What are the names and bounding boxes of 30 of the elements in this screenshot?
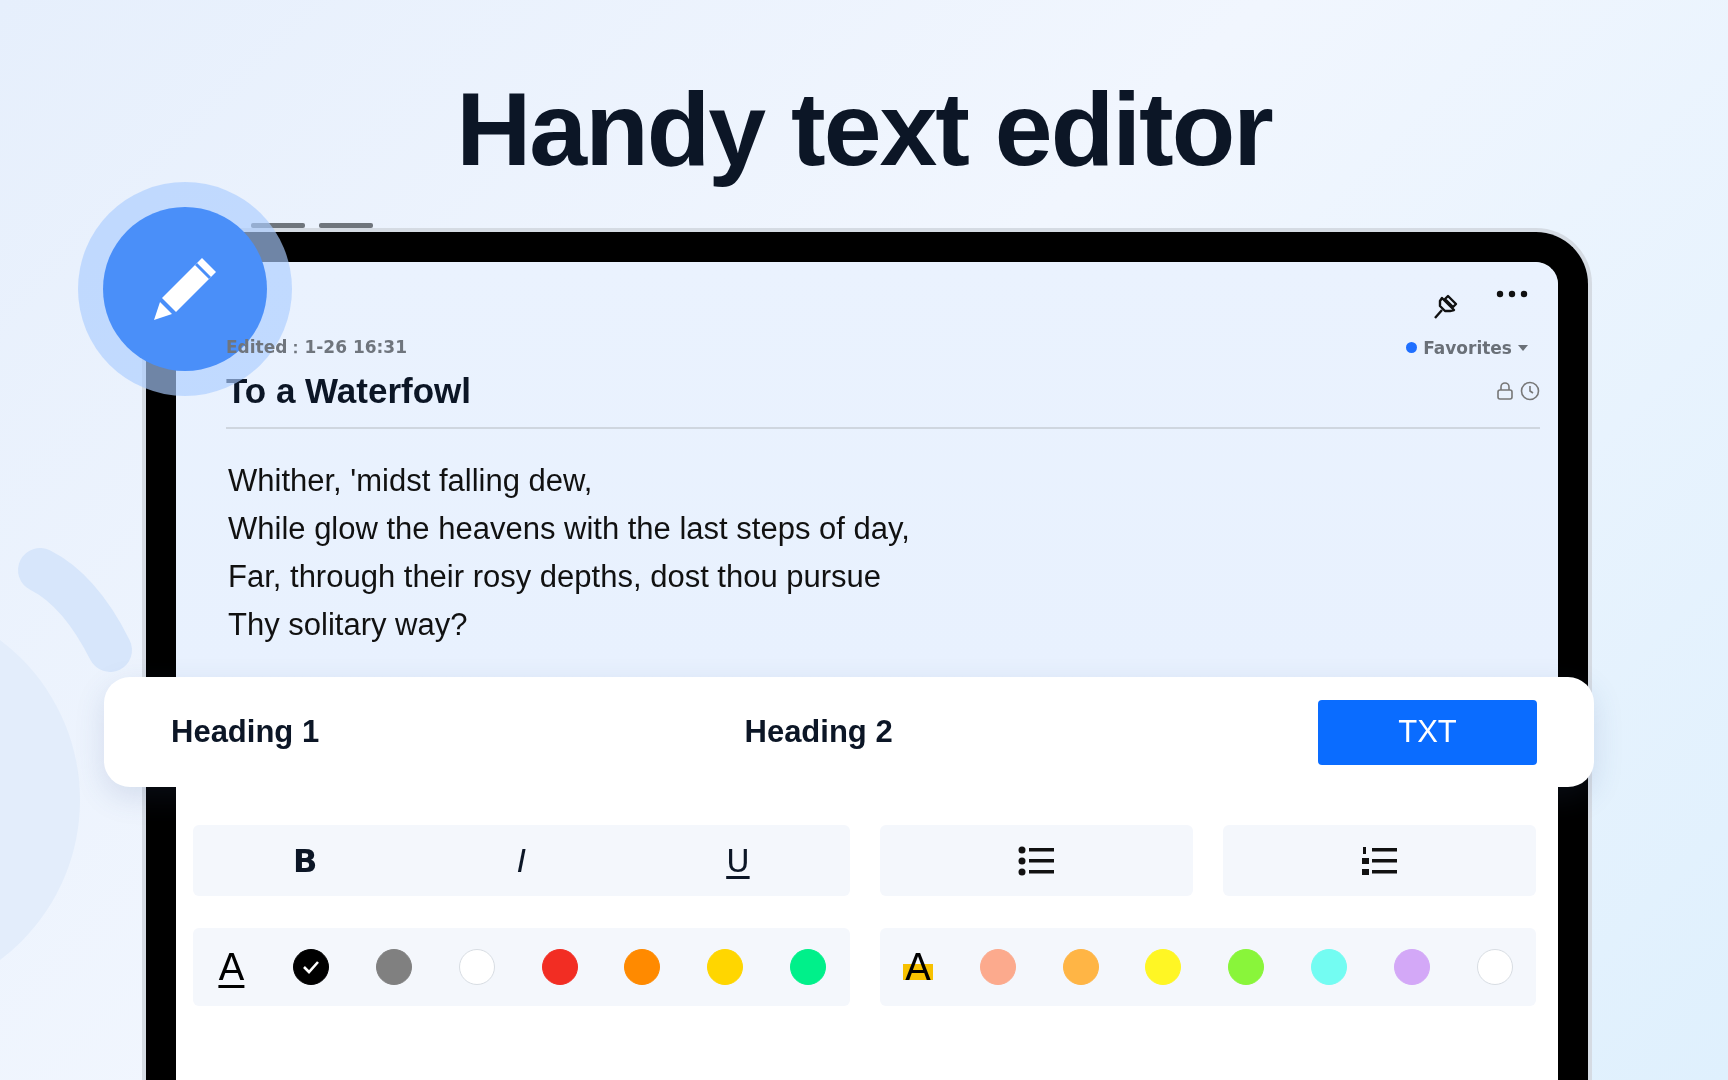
color-swatch[interactable] — [293, 949, 330, 986]
poem-line: While glow the heavens with the last steps of day, — [228, 510, 911, 549]
bullet-list-icon — [1018, 845, 1055, 876]
clock-icon[interactable] — [1520, 381, 1540, 402]
numbered-list-button[interactable] — [1222, 825, 1536, 897]
lock-icon[interactable] — [1496, 381, 1514, 402]
bullet-list-button[interactable] — [879, 825, 1193, 897]
text-color-button[interactable]: A — [216, 950, 247, 985]
check-icon — [302, 960, 321, 975]
more-icon[interactable] — [1496, 290, 1528, 299]
format-button[interactable]: B — [286, 840, 324, 881]
poem-line: Thy solitary way? — [228, 606, 469, 645]
numbered-list-icon — [1361, 845, 1398, 876]
color-swatch[interactable] — [1393, 949, 1430, 986]
color-swatch[interactable] — [541, 949, 578, 986]
caret-icon — [1518, 344, 1528, 351]
folder-label: Favorites — [1423, 337, 1512, 358]
poem-line: Whither, 'midst falling dew, — [228, 462, 594, 501]
style-option[interactable]: Heading 2 — [744, 699, 893, 765]
folder-dropdown[interactable]: Favorites — [1406, 337, 1528, 358]
format-button[interactable]: U — [720, 840, 756, 881]
note-title: To a Waterfowl — [226, 371, 471, 412]
poem-line: Far, through their rosy depths, dost thou pursue — [228, 558, 883, 597]
style-option[interactable]: TXT — [1318, 699, 1537, 765]
headline: Handy text editor — [456, 72, 1272, 187]
color-swatch[interactable] — [624, 949, 661, 986]
color-swatch[interactable] — [979, 949, 1016, 986]
format-button[interactable]: I — [511, 840, 533, 881]
color-swatch[interactable] — [376, 949, 413, 986]
style-option[interactable]: Heading 1 — [171, 699, 320, 765]
